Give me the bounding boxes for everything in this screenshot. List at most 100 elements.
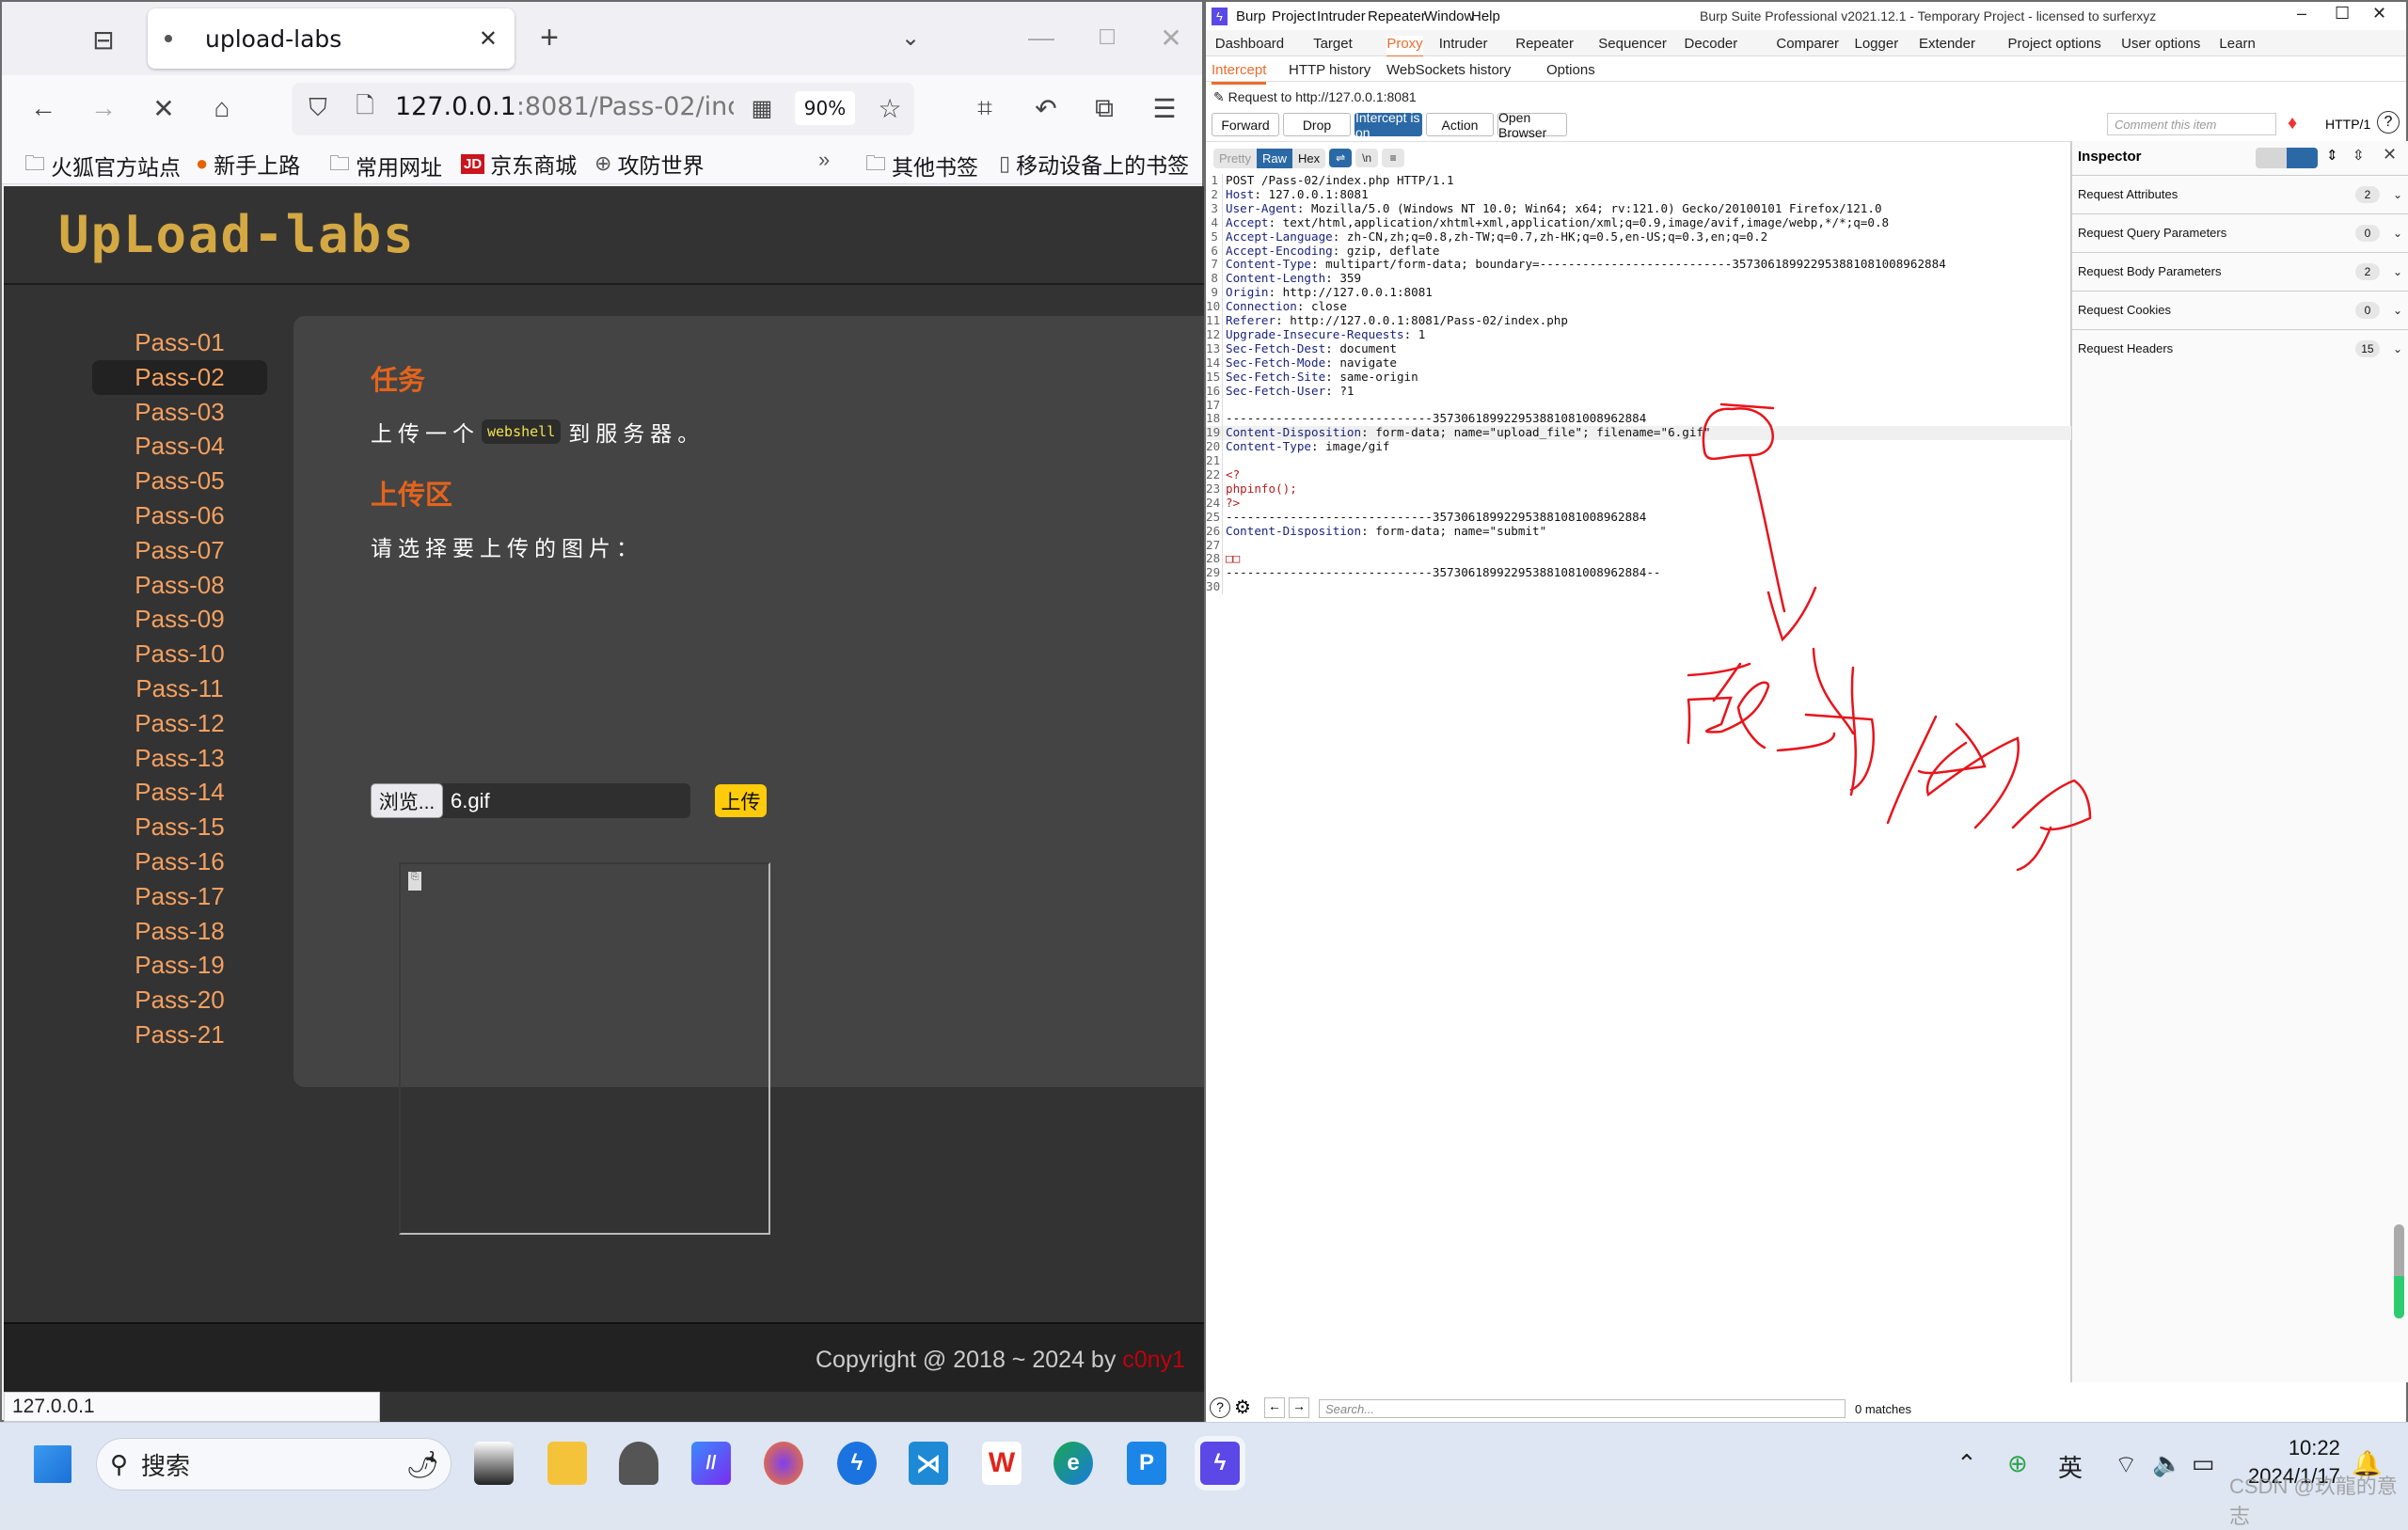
pass-link[interactable]: Pass-11 — [92, 671, 267, 706]
collapse-all-icon[interactable]: ⇳ — [2353, 147, 2365, 164]
view-pretty[interactable]: Pretty — [1213, 149, 1257, 168]
pass-link[interactable]: Pass-02 — [92, 359, 267, 395]
close-inspector-icon[interactable]: ✕ — [2383, 145, 2397, 165]
open-browser-button[interactable]: Open Browser — [1497, 110, 1567, 140]
drop-button[interactable]: Drop — [1283, 113, 1351, 136]
help-icon[interactable]: ? — [1210, 1397, 1230, 1418]
pass-link[interactable]: Pass-08 — [92, 568, 267, 603]
url-text[interactable]: 127.0.0.1:8081/Pass-02/index.php — [395, 92, 734, 121]
upload-button[interactable]: 上传 — [715, 784, 767, 817]
next-match-icon[interactable]: → — [1289, 1397, 1309, 1418]
bookmark-star-icon[interactable]: ☆ — [871, 89, 909, 127]
tray-overflow-icon[interactable]: ⌃ — [1956, 1449, 1977, 1478]
chevron-down-icon[interactable]: ⌄ — [2393, 265, 2402, 278]
main-tab-target[interactable]: Target — [1313, 36, 1353, 52]
forward-button[interactable]: Forward — [1212, 113, 1279, 136]
view-hex[interactable]: Hex — [1292, 149, 1325, 168]
expand-all-icon[interactable]: ⇕ — [2326, 147, 2338, 164]
main-tab-user-options[interactable]: User options — [2121, 36, 2200, 52]
page-icon[interactable]: 🗋 — [348, 89, 382, 127]
main-tab-learn[interactable]: Learn — [2219, 36, 2255, 52]
new-tab-icon[interactable]: + — [531, 19, 568, 56]
pass-link[interactable]: Pass-12 — [92, 706, 267, 741]
close-window-icon[interactable]: ✕ — [1157, 19, 1185, 56]
pass-link[interactable]: Pass-18 — [92, 914, 267, 949]
main-tab-extender[interactable]: Extender — [1919, 36, 1975, 52]
main-tab-logger[interactable]: Logger — [1854, 36, 1898, 52]
pass-link[interactable]: Pass-13 — [92, 741, 267, 776]
menu-repeater[interactable]: Repeater — [1368, 8, 1426, 24]
inspector-section[interactable]: Request Headers 15 ⌄ — [2072, 329, 2408, 367]
zoom-level[interactable]: 90% — [795, 91, 855, 125]
bookmarks-overflow-icon[interactable]: » — [818, 148, 830, 172]
menu-burp[interactable]: Burp — [1236, 8, 1266, 24]
shield-icon[interactable]: ⛉ — [301, 89, 335, 127]
bookmark-item[interactable]: 🗀 其他书签 — [865, 148, 978, 183]
firefox-icon[interactable] — [764, 1442, 803, 1485]
chevron-down-icon[interactable]: ⌄ — [2393, 342, 2402, 355]
forward-icon[interactable]: → — [85, 89, 122, 127]
task-view-icon[interactable] — [474, 1442, 514, 1485]
inspector-section[interactable]: Request Attributes 2 ⌄ — [2072, 175, 2408, 213]
pass-link[interactable]: Pass-06 — [92, 498, 267, 533]
bookmark-item[interactable]: 🗀 火狐官方站点 — [24, 148, 181, 183]
search-input[interactable]: Search... — [1319, 1399, 1846, 1418]
main-tab-project-options[interactable]: Project options — [2007, 36, 2100, 52]
chevron-down-icon[interactable]: ⌄ — [2393, 304, 2402, 317]
vscode-icon[interactable]: ⋊ — [909, 1442, 948, 1485]
bookmark-item[interactable]: 🗀 常用网址 — [329, 148, 442, 183]
burp-taskbar-icon[interactable]: ϟ — [1200, 1442, 1240, 1485]
dark-app-icon[interactable] — [619, 1442, 658, 1485]
bookmark-item[interactable]: ▯ 移动设备上的书签 — [999, 148, 1189, 180]
request-text[interactable]: 1 POST /Pass-02/index.php HTTP/1.1 2 Host: … — [1206, 173, 2071, 595]
inspector-section[interactable]: Request Cookies 0 ⌄ — [2072, 291, 2408, 328]
pass-link[interactable]: Pass-01 — [92, 325, 267, 360]
menu-window[interactable]: Window — [1424, 8, 1474, 24]
inspector-layout-toggle[interactable] — [2256, 148, 2318, 168]
minimize-icon[interactable]: — — [1027, 19, 1055, 56]
menu-help[interactable]: Help — [1471, 8, 1500, 24]
stop-icon[interactable]: ✕ — [145, 89, 182, 127]
main-tab-decoder[interactable]: Decoder — [1685, 36, 1738, 52]
subtab-http-history[interactable]: HTTP history — [1289, 62, 1370, 78]
screenshot-crop-icon[interactable]: ⌗ — [966, 89, 1004, 127]
pass-link[interactable]: Pass-09 — [92, 602, 267, 637]
maximize-icon[interactable]: ☐ — [1093, 19, 1121, 56]
main-tab-sequencer[interactable]: Sequencer — [1598, 36, 1667, 52]
author-link[interactable]: c0ny1 — [1122, 1347, 1185, 1373]
pencil-icon[interactable]: ✎ — [1213, 89, 1228, 104]
settings-gear-icon[interactable]: ⚙ — [1234, 1396, 1251, 1419]
inspector-section[interactable]: Request Query Parameters 0 ⌄ — [2072, 213, 2408, 251]
main-tab-proxy[interactable]: Proxy — [1386, 36, 1423, 58]
tab-list-chevron-icon[interactable]: ⌄ — [894, 19, 927, 56]
browse-button[interactable]: 浏览... — [371, 783, 443, 818]
menu-icon[interactable]: ☰ — [1146, 89, 1183, 127]
pass-link[interactable]: Pass-07 — [92, 533, 267, 568]
undo-icon[interactable]: ↶ — [1027, 89, 1065, 127]
request-editor[interactable]: Pretty Raw Hex ⇌ \n ≡ 1 POST /Pass-02/ind… — [1206, 141, 2071, 1382]
taskbar-search[interactable]: ⚲ 搜索 🌶 — [96, 1438, 452, 1491]
http-version[interactable]: HTTP/1 — [2325, 117, 2370, 132]
subtab-options[interactable]: Options — [1546, 62, 1595, 78]
back-icon[interactable]: ← — [24, 89, 62, 127]
pass-link[interactable]: Pass-15 — [92, 810, 267, 844]
wps-icon[interactable]: W — [982, 1442, 1022, 1485]
main-tab-intruder[interactable]: Intruder — [1439, 36, 1488, 52]
bookmark-item[interactable]: ● 新手上路 — [196, 148, 300, 180]
jetbrains-icon[interactable]: // — [691, 1442, 731, 1485]
options-menu-icon[interactable]: ≡ — [1382, 149, 1405, 167]
previous-match-icon[interactable]: ← — [1264, 1397, 1285, 1418]
close-tab-icon[interactable]: ✕ — [479, 25, 498, 52]
pass-link[interactable]: Pass-14 — [92, 775, 267, 810]
pass-link[interactable]: Pass-17 — [92, 879, 267, 914]
file-input[interactable]: 浏览... 6.gif — [371, 783, 690, 818]
bookmark-item[interactable]: ⊕ 攻防世界 — [594, 148, 704, 180]
highlight-color-icon[interactable]: ♦ — [2288, 113, 2297, 134]
inspector-section[interactable]: Request Body Parameters 2 ⌄ — [2072, 252, 2408, 290]
intercept-toggle[interactable]: Intercept is on — [1354, 110, 1422, 140]
edge-icon[interactable]: e — [1054, 1442, 1093, 1485]
main-tab-comparer[interactable]: Comparer — [1776, 36, 1839, 52]
main-tab-repeater[interactable]: Repeater — [1515, 36, 1574, 52]
qr-code-icon[interactable]: ▦ — [745, 89, 779, 127]
ime-indicator[interactable]: 英 — [2058, 1449, 2083, 1484]
